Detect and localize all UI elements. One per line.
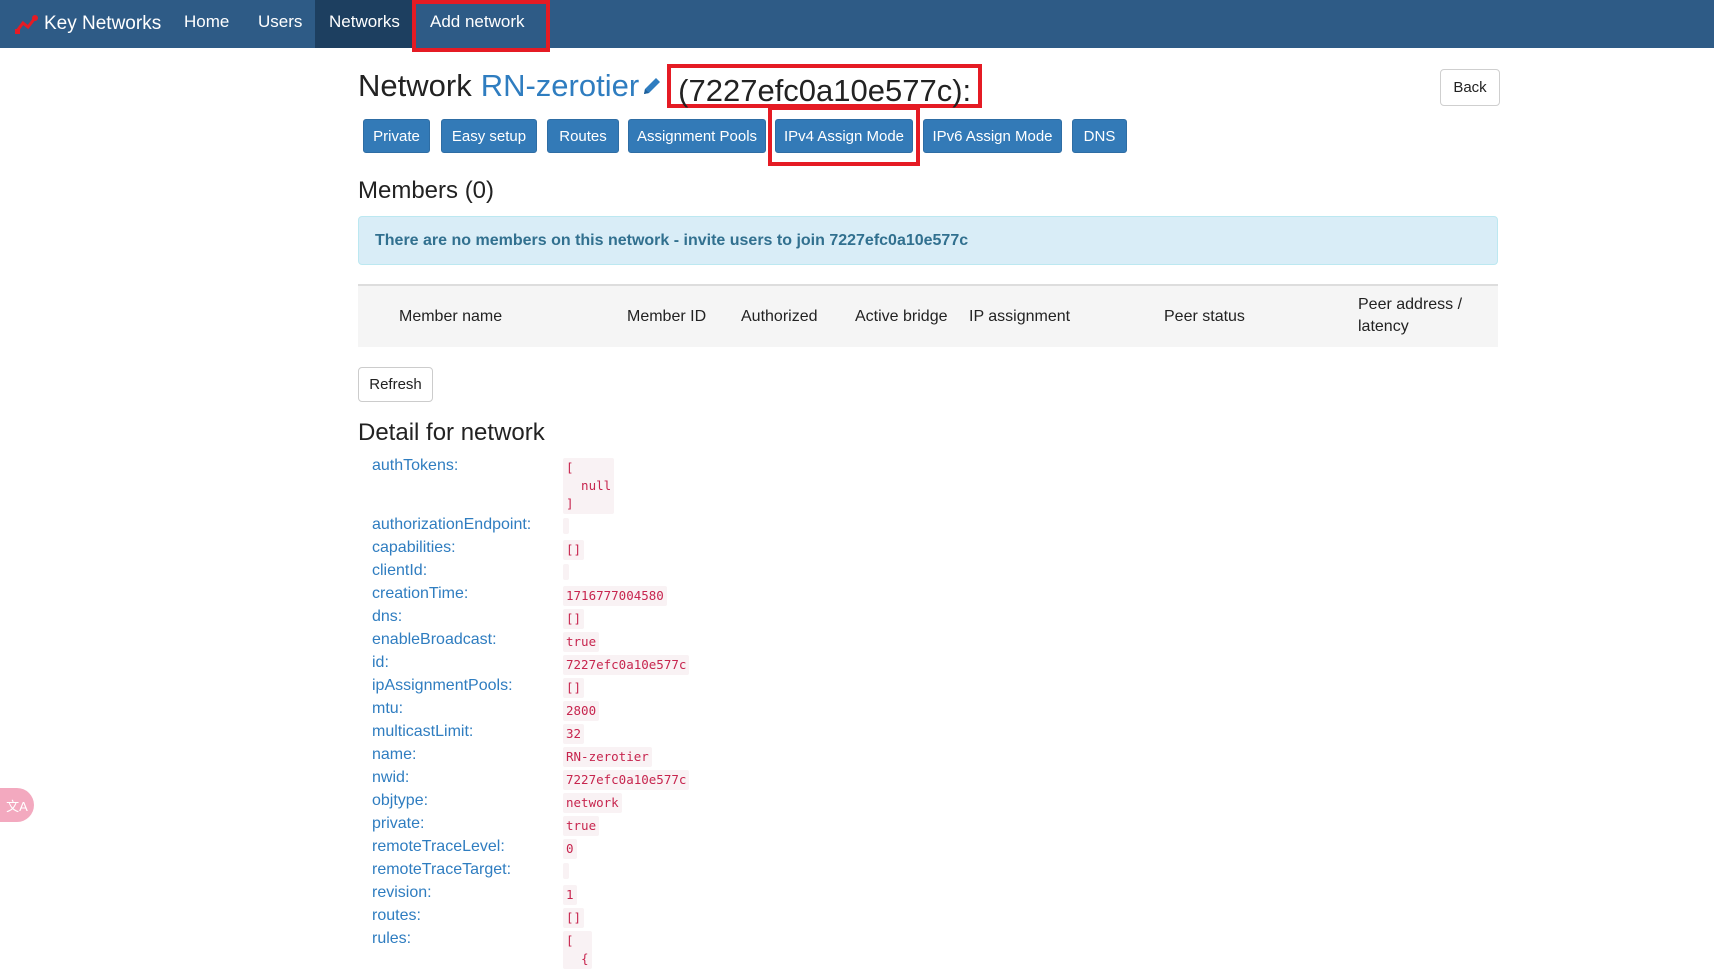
detail-value: 7227efc0a10e577c <box>563 655 690 675</box>
no-members-alert-text: There are no members on this network - i… <box>375 231 969 249</box>
detail-key: creationTime: <box>372 585 469 602</box>
col-authorized[interactable]: Authorized <box>741 308 818 326</box>
members-table-header: Member name Member ID Authorized Active … <box>358 284 1498 347</box>
top-navbar: Key Networks Home Users Networks Add net… <box>0 0 1714 52</box>
network-name-link[interactable]: RN-zerotier <box>481 68 639 104</box>
ipv6-assign-mode-button[interactable]: IPv6 Assign Mode <box>923 119 1062 153</box>
col-latency: latency <box>1358 318 1409 335</box>
detail-key: authorizationEndpoint: <box>372 516 532 533</box>
detail-value: [ null ] <box>563 458 615 514</box>
detail-value: true <box>563 816 600 836</box>
brand-label: Key Networks <box>44 13 162 34</box>
detail-value: [] <box>563 678 585 698</box>
detail-key: remoteTraceLevel: <box>372 838 505 855</box>
network-id-label: (7227efc0a10e577c): <box>667 64 983 108</box>
detail-value: RN-zerotier <box>563 747 652 767</box>
detail-value: [] <box>563 609 585 629</box>
detail-value: 7227efc0a10e577c <box>563 770 690 790</box>
detail-key: mtu: <box>372 700 404 717</box>
pencil-edit-icon[interactable] <box>641 75 663 97</box>
detail-value <box>563 518 569 534</box>
detail-key: rules: <box>372 930 412 947</box>
detail-value <box>563 564 569 580</box>
detail-key: name: <box>372 746 417 763</box>
detail-key: nwid: <box>372 769 410 786</box>
detail-key: objtype: <box>372 792 429 809</box>
detail-key: capabilities: <box>372 539 456 556</box>
detail-value: 1 <box>563 885 577 905</box>
detail-key: ipAssignmentPools: <box>372 677 513 694</box>
members-heading: Members (0) <box>358 177 495 204</box>
col-active-bridge[interactable]: Active bridge <box>855 308 948 326</box>
detail-key: id: <box>372 654 389 671</box>
detail-value: 2800 <box>563 701 600 721</box>
detail-key: clientId: <box>372 562 428 579</box>
detail-key: revision: <box>372 884 432 901</box>
detail-value <box>563 863 569 879</box>
col-member-name[interactable]: Member name <box>399 308 502 326</box>
detail-value: network <box>563 793 622 813</box>
nav-users[interactable]: Users <box>244 0 316 48</box>
detail-value: [] <box>563 540 585 560</box>
page-title: Network RN-zerotier (7227efc0a10e577c): <box>358 60 983 112</box>
col-member-id[interactable]: Member ID <box>627 308 706 326</box>
col-ip-assignment[interactable]: IP assignment <box>969 308 1070 326</box>
detail-value: true <box>563 632 600 652</box>
col-peer-address[interactable]: Peer address / <box>1358 296 1462 314</box>
detail-value: [] <box>563 908 585 928</box>
back-button[interactable]: Back <box>1440 69 1500 106</box>
dns-button[interactable]: DNS <box>1072 119 1127 153</box>
detail-key: dns: <box>372 608 403 625</box>
detail-key: remoteTraceTarget: <box>372 861 512 878</box>
detail-key: authTokens: <box>372 457 459 474</box>
refresh-button[interactable]: Refresh <box>358 367 433 402</box>
title-prefix: Network <box>358 68 472 103</box>
detail-value: [ { <box>563 931 592 969</box>
col-peer-status[interactable]: Peer status <box>1164 308 1245 326</box>
nav-add-network[interactable]: Add network <box>412 0 550 52</box>
translate-icon[interactable]: 文A <box>0 788 34 822</box>
highlight-box <box>768 106 920 166</box>
detail-key: routes: <box>372 907 421 924</box>
brand-link[interactable]: Key Networks <box>14 0 161 48</box>
network-logo-icon <box>15 15 38 34</box>
nav-networks[interactable]: Networks <box>315 0 416 48</box>
nav-home[interactable]: Home <box>170 0 243 48</box>
easy-setup-button[interactable]: Easy setup <box>441 119 537 153</box>
detail-value: 32 <box>563 724 585 744</box>
detail-value: 1716777004580 <box>563 586 667 606</box>
detail-heading: Detail for network <box>358 419 545 446</box>
no-members-alert: There are no members on this network - i… <box>358 216 1498 265</box>
detail-value: 0 <box>563 839 577 859</box>
private-button[interactable]: Private <box>363 119 430 153</box>
detail-key: multicastLimit: <box>372 723 474 740</box>
translate-label: 文A <box>6 798 28 814</box>
detail-key: private: <box>372 815 425 832</box>
routes-button[interactable]: Routes <box>547 119 619 153</box>
detail-key: enableBroadcast: <box>372 631 497 648</box>
assignment-pools-button[interactable]: Assignment Pools <box>628 119 766 153</box>
